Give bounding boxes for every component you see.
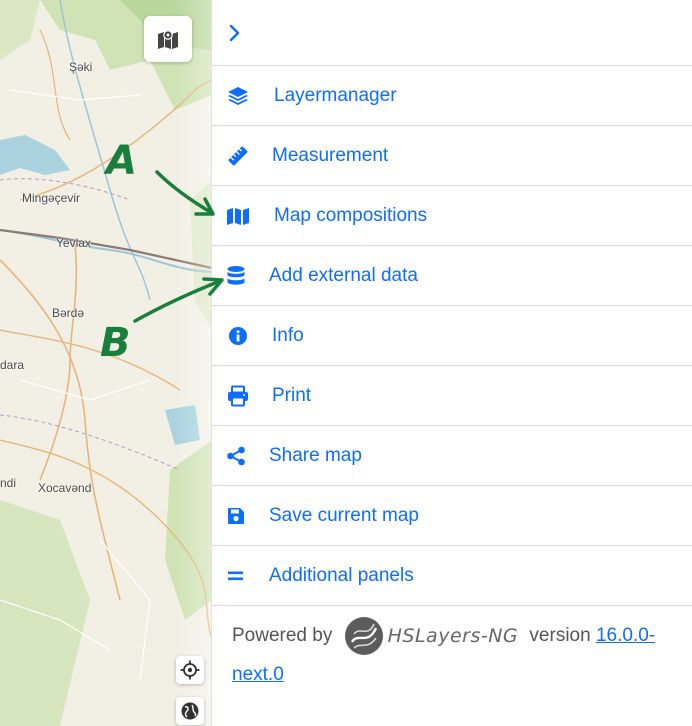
menu-item-info[interactable]: Info [212,306,692,366]
menu-item-label: Share map [269,444,362,466]
footer: Powered by HSLayers-NG version 16.0.0-ne… [212,606,692,693]
version-label: version [529,625,591,647]
menu-item-layermanager[interactable]: Layermanager [212,66,692,126]
city-label: Xocavənd [38,481,92,495]
sidebar-panel: Layermanager Measurement Map composition… [211,0,692,726]
menu-item-save-current-map[interactable]: Save current map [212,486,692,546]
menu-item-label: Info [272,324,304,346]
map-marker-icon [158,30,178,49]
share-icon [224,444,248,468]
city-label: Yevlax [56,236,91,250]
map-base-layer [0,0,212,726]
database-icon [224,264,248,288]
city-label: Şəki [69,60,93,74]
menu-item-print[interactable]: Print [212,366,692,426]
hslayers-logo: HSLayers-NG [344,616,519,656]
basemap-gallery-button[interactable] [144,16,192,62]
chevron-right-icon [229,24,240,41]
hslayers-logo-text: HSLayers-NG [387,624,519,647]
menu-item-label: Save current map [269,504,419,526]
city-label: ndi [0,476,17,490]
powered-by-text: Powered by [232,625,333,647]
default-view-button[interactable] [176,697,204,725]
crosshair-icon [180,660,200,680]
equals-icon [224,564,248,588]
menu-item-share-map[interactable]: Share map [212,426,692,486]
menu-item-label: Measurement [272,144,389,166]
map-view[interactable]: Şəki Mingəçevir Yevlax Bərdə dara Xocavə… [0,0,212,726]
menu-item-label: Layermanager [274,84,397,106]
layers-icon [226,84,250,108]
hslayers-logo-icon [344,617,383,655]
menu-item-label: Add external data [269,264,418,286]
locate-button[interactable] [176,656,204,684]
globe-icon [181,702,199,720]
save-icon [224,504,248,528]
city-label: Bərdə [52,306,85,320]
info-icon [226,324,250,348]
city-label: Mingəçevir [22,191,81,205]
ruler-icon [226,144,250,168]
menu-item-label: Print [272,384,312,406]
menu-item-additional-panels[interactable]: Additional panels [212,546,692,606]
collapse-sidebar-button[interactable] [212,0,692,66]
menu-item-label: Map compositions [274,204,428,226]
city-label: dara [0,358,25,372]
menu-item-measurement[interactable]: Measurement [212,126,692,186]
menu-item-map-compositions[interactable]: Map compositions [212,186,692,246]
map-icon [226,204,250,228]
print-icon [226,384,250,408]
menu-item-add-external-data[interactable]: Add external data [212,246,692,306]
menu-item-label: Additional panels [269,564,414,586]
